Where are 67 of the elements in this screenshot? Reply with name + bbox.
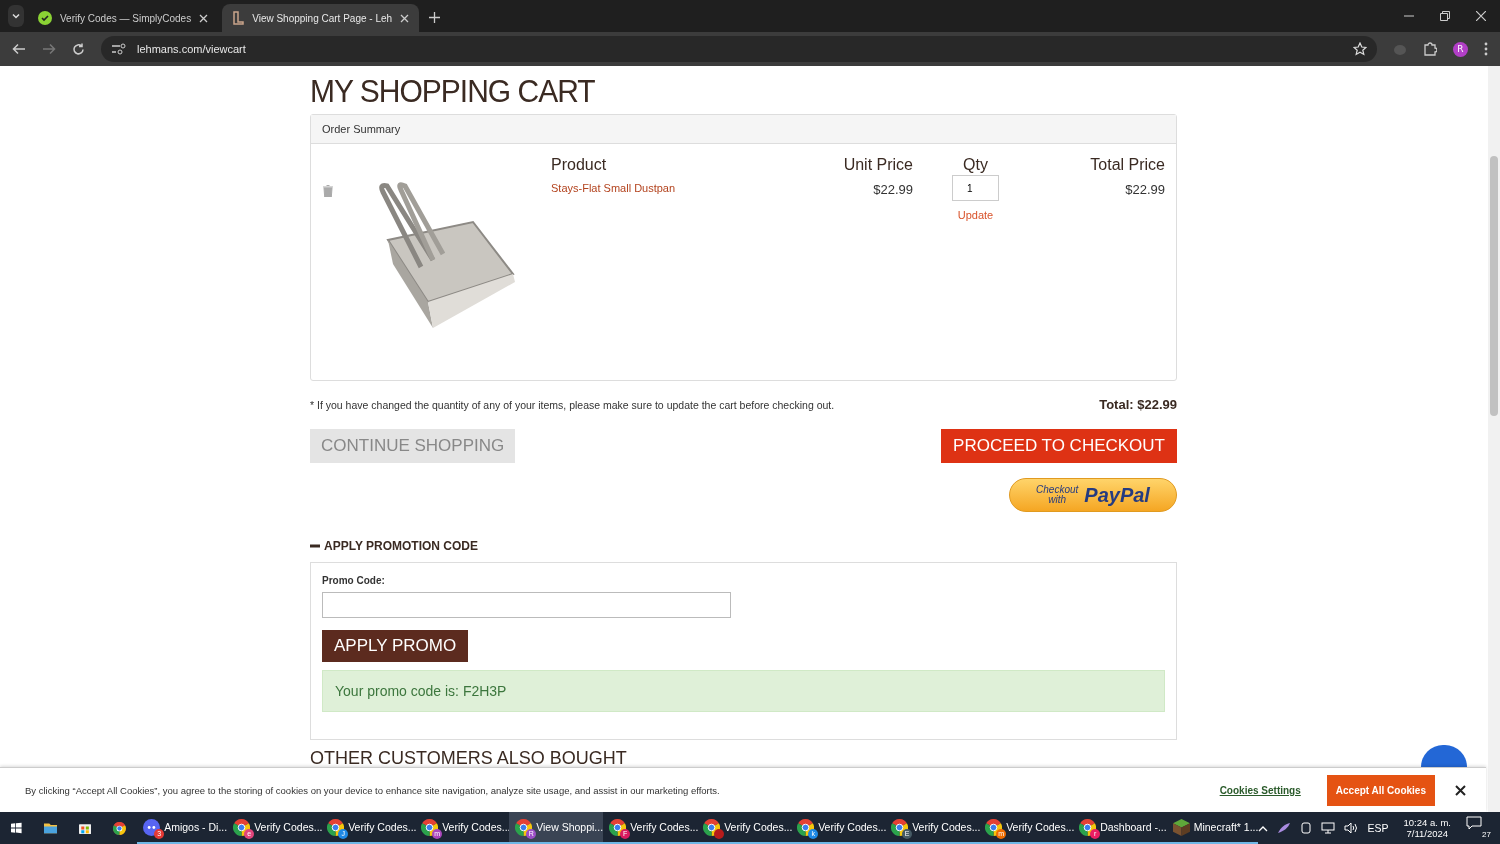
checkout-button[interactable]: PROCEED TO CHECKOUT bbox=[941, 429, 1177, 463]
section-heading: OTHER CUSTOMERS ALSO BOUGHT bbox=[310, 748, 628, 769]
browser-icon bbox=[1079, 818, 1097, 836]
promo-success-message: Your promo code is: F2H3P bbox=[322, 670, 1165, 712]
browser-icon bbox=[327, 818, 345, 836]
speaker-icon[interactable] bbox=[1344, 822, 1359, 834]
browser-tab[interactable]: View Shopping Cart Page - Leh bbox=[222, 4, 420, 32]
chevron-down-icon bbox=[11, 11, 21, 21]
promo-toggle[interactable]: APPLY PROMOTION CODE bbox=[310, 539, 479, 553]
browser-icon bbox=[421, 818, 439, 836]
chat-bubble-button[interactable] bbox=[1421, 745, 1467, 767]
apply-promo-button[interactable]: APPLY PROMO bbox=[322, 630, 469, 662]
cart-total: Total: $22.99 bbox=[1099, 397, 1177, 412]
grass-block-icon bbox=[1172, 818, 1190, 836]
update-link[interactable]: Update bbox=[957, 209, 994, 221]
taskbar-app[interactable]: Minecraft* 1... bbox=[1166, 812, 1259, 844]
reload-icon[interactable] bbox=[72, 42, 85, 56]
browser-icon bbox=[609, 818, 627, 836]
column-header: Unit Price bbox=[842, 156, 913, 174]
column-header: Product bbox=[551, 156, 608, 174]
close-icon[interactable] bbox=[1455, 784, 1466, 796]
product-link[interactable]: Stays-Flat Small Dustpan bbox=[551, 182, 801, 332]
new-tab-icon[interactable] bbox=[429, 12, 441, 23]
chat-app-icon bbox=[143, 818, 161, 836]
column-header: Qty bbox=[962, 156, 989, 174]
browser-tab[interactable]: Verify Codes — SimplyCodes bbox=[28, 4, 219, 32]
browser-icon bbox=[985, 818, 1003, 836]
column-header: Total Price bbox=[1089, 156, 1165, 174]
browser-icon[interactable] bbox=[113, 819, 127, 837]
folder-icon[interactable] bbox=[43, 821, 58, 835]
profile-avatar[interactable]: R bbox=[1453, 41, 1468, 57]
browser-icon bbox=[233, 818, 251, 836]
address-field[interactable]: lehmans.com/viewcart bbox=[101, 36, 1377, 62]
field-label: Promo Code: bbox=[322, 575, 385, 586]
cookies-settings-link[interactable]: Cookies Settings bbox=[1219, 784, 1301, 796]
total-price: $22.99 bbox=[1124, 182, 1165, 199]
unit-price: $22.99 bbox=[872, 182, 913, 199]
windows-start-icon[interactable] bbox=[11, 821, 22, 835]
network-icon[interactable] bbox=[1321, 822, 1336, 834]
feather-icon[interactable] bbox=[1277, 822, 1292, 834]
tab-search-button[interactable] bbox=[8, 5, 24, 27]
taskbar-app[interactable]: Verify Codes... bbox=[697, 812, 792, 844]
message-icon bbox=[1466, 816, 1482, 830]
quantity-field[interactable]: 1 bbox=[952, 175, 999, 201]
browser-icon bbox=[515, 818, 533, 836]
chevron-up-icon[interactable] bbox=[1258, 824, 1269, 832]
promo-code-field[interactable] bbox=[322, 592, 731, 618]
back-arrow-icon[interactable] bbox=[12, 43, 26, 55]
update-note: * If you have changed the quantity of any of your items, please make sure to update the cart before checking out. bbox=[310, 398, 835, 411]
puzzle-icon[interactable] bbox=[1423, 42, 1437, 56]
browser-icon bbox=[891, 818, 909, 836]
device-icon[interactable] bbox=[1300, 822, 1313, 834]
star-icon[interactable] bbox=[1353, 42, 1367, 56]
letter-logo-icon bbox=[232, 11, 245, 25]
notification-button[interactable]: 27 bbox=[1466, 816, 1492, 840]
site-settings-icon[interactable] bbox=[111, 42, 127, 56]
menu-icon[interactable] bbox=[1484, 42, 1488, 56]
accept-cookies-button[interactable]: Accept All Cookies bbox=[1326, 774, 1435, 806]
page-title: MY SHOPPING CART bbox=[310, 73, 596, 109]
language-indicator[interactable]: ESP bbox=[1367, 822, 1389, 834]
card-header: Order Summary bbox=[311, 115, 1176, 144]
browser-icon bbox=[797, 818, 815, 836]
clock[interactable]: 10:24 a. m. 7/11/2024 bbox=[1403, 817, 1451, 839]
cookie-notice-text: By clicking “Accept All Cookies”, you agree to the storing of cookies on your device to enhance site navigation, analyze site usage, and assist in our marketing efforts. bbox=[25, 784, 721, 796]
restore-icon[interactable] bbox=[1440, 11, 1450, 21]
check-circle-icon bbox=[38, 11, 52, 25]
scrollbar[interactable] bbox=[1488, 66, 1500, 812]
